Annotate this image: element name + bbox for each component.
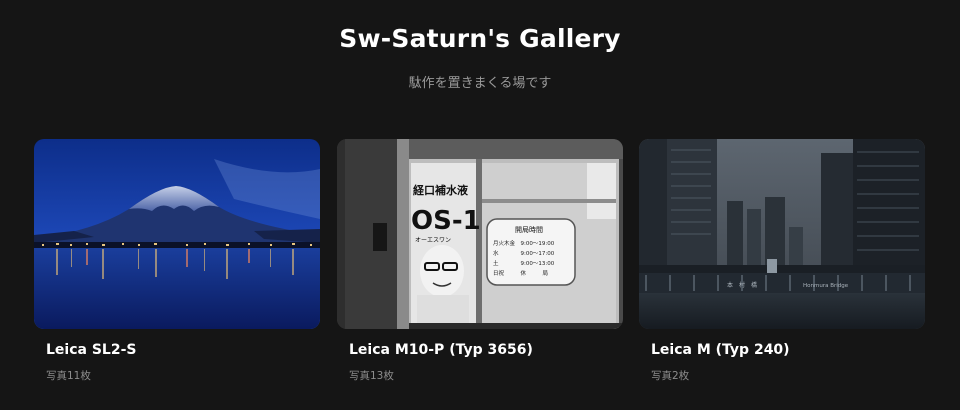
album-photo-count: 写真2枚 (651, 370, 690, 382)
album-title[interactable]: Leica SL2-S (46, 342, 136, 358)
svg-text:開局時間: 開局時間 (515, 226, 543, 234)
svg-text:本 村 橋: 本 村 橋 (727, 281, 757, 289)
svg-text:経口補水液: 経口補水液 (413, 183, 469, 197)
album-thumbnail-fuji[interactable] (34, 139, 320, 329)
album-photo-count: 写真11枚 (46, 370, 91, 382)
pharmacy-photo: 経口補水液 OS-1 オーエスワン 開局時間 月火木金 9:00〜19:00 水… (337, 139, 623, 329)
page-title: Sw-Saturn's Gallery (339, 24, 621, 53)
svg-text:OS-1: OS-1 (411, 206, 481, 236)
svg-text:土 9:00〜13:00: 土 9:00〜13:00 (493, 259, 555, 267)
album-title[interactable]: Leica M (Typ 240) (651, 342, 790, 358)
album-card-leica-m10-p[interactable]: 経口補水液 OS-1 オーエスワン 開局時間 月火木金 9:00〜19:00 水… (337, 139, 623, 399)
album-card-leica-m[interactable]: 本 村 橋 Honmura Bridge Leica M (Typ 240) 写… (639, 139, 925, 399)
album-thumbnail-pharmacy[interactable]: 経口補水液 OS-1 オーエスワン 開局時間 月火木金 9:00〜19:00 水… (337, 139, 623, 329)
bridge-photo: 本 村 橋 Honmura Bridge (639, 139, 925, 329)
album-card-leica-sl2-s[interactable]: Leica SL2-S 写真11枚 (34, 139, 320, 399)
svg-text:日祝 休 局: 日祝 休 局 (493, 269, 548, 277)
album-title[interactable]: Leica M10-P (Typ 3656) (349, 342, 533, 358)
gallery-page: Sw-Saturn's Gallery 駄作を置きまくる場です Leica SL… (0, 0, 960, 410)
svg-text:Honmura Bridge: Honmura Bridge (803, 283, 849, 289)
svg-text:水 9:00〜17:00: 水 9:00〜17:00 (493, 249, 555, 257)
svg-text:月火木金 9:00〜19:00: 月火木金 9:00〜19:00 (493, 239, 555, 247)
page-subtitle: 駄作を置きまくる場です (408, 76, 552, 91)
album-photo-count: 写真13枚 (349, 370, 394, 382)
fuji-photo (34, 139, 320, 329)
album-thumbnail-bridge[interactable]: 本 村 橋 Honmura Bridge (639, 139, 925, 329)
svg-text:オーエスワン: オーエスワン (415, 237, 451, 244)
